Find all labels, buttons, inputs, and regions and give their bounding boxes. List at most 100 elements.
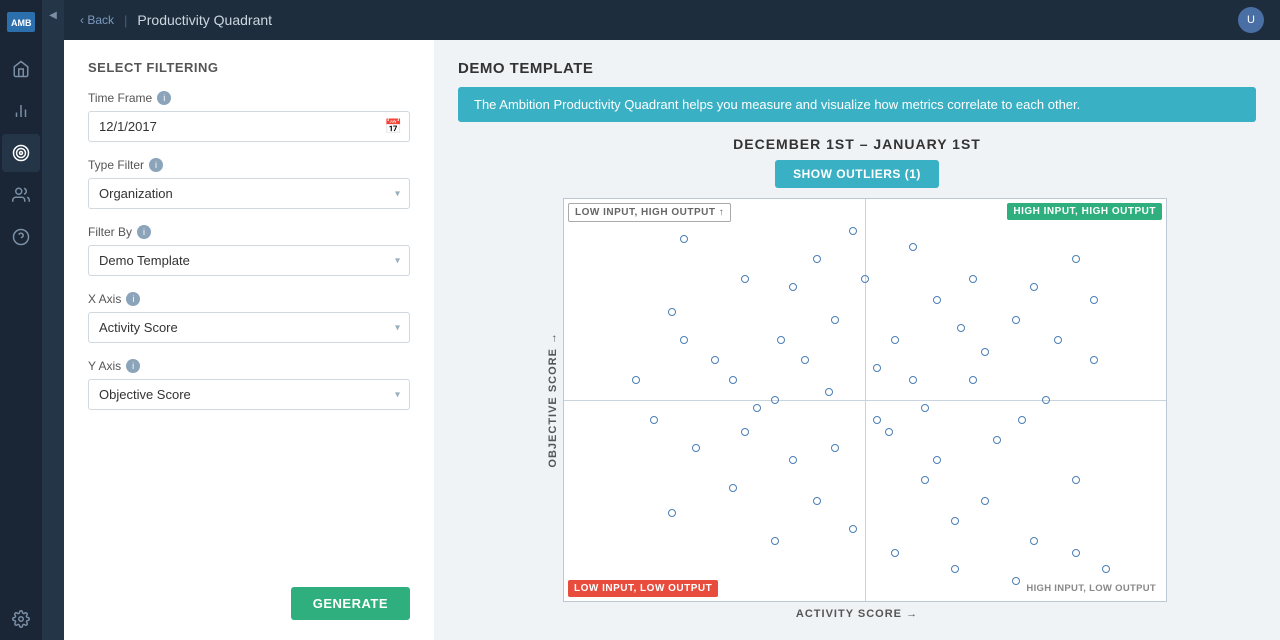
scatter-dot [789, 456, 797, 464]
time-frame-info-icon[interactable]: i [157, 91, 171, 105]
filter-by-info-icon[interactable]: i [137, 225, 151, 239]
filter-by-select[interactable]: Demo Template [88, 245, 410, 276]
y-axis-group: Y Axis i Objective Score Activity Score … [88, 359, 410, 410]
chart-wrapper: Objective Score → Low Input, High Output… [547, 198, 1167, 602]
scatter-dot [1018, 416, 1026, 424]
scatter-dot [771, 396, 779, 404]
scatter-dot [861, 275, 869, 283]
chart-date-range: December 1st – January 1st [458, 136, 1256, 152]
time-frame-label: Time Frame i [88, 91, 410, 105]
show-outliers-button[interactable]: SHOW OUTLIERS (1) [775, 160, 939, 188]
scatter-dot [921, 476, 929, 484]
nav-item-analytics[interactable] [2, 92, 40, 130]
scatter-dot [993, 436, 1001, 444]
scatter-dot [981, 348, 989, 356]
scatter-dot [1012, 577, 1020, 585]
scatter-dot [668, 509, 676, 517]
type-filter-select-wrapper: Organization Team Individual ▾ [88, 178, 410, 209]
scatter-dot [909, 243, 917, 251]
scatter-dot [921, 404, 929, 412]
quadrant-v-line [865, 199, 866, 601]
generate-button[interactable]: GENERATE [291, 587, 410, 620]
scatter-dot [831, 444, 839, 452]
scatter-dot [849, 227, 857, 235]
quadrant-label-low-input-high-output: Low Input, High Output ↑ [568, 203, 731, 222]
scatter-dot [933, 456, 941, 464]
type-filter-group: Type Filter i Organization Team Individu… [88, 158, 410, 209]
filter-by-select-wrapper: Demo Template ▾ [88, 245, 410, 276]
user-avatar[interactable]: U [1238, 7, 1264, 33]
scatter-dot [885, 428, 893, 436]
main-area: ‹ Back | Productivity Quadrant U Select … [64, 0, 1280, 640]
x-axis-label: X Axis i [88, 292, 410, 306]
nav-item-home[interactable] [2, 50, 40, 88]
scatter-dot [825, 388, 833, 396]
scatter-dot [849, 525, 857, 533]
nav-item-objectives[interactable] [2, 134, 40, 172]
chart-header: December 1st – January 1st SHOW OUTLIERS… [458, 136, 1256, 188]
scatter-dot [680, 336, 688, 344]
scatter-dot [692, 444, 700, 452]
content-layout: Select Filtering Time Frame i 📅 Type Fil… [64, 40, 1280, 640]
y-axis-select-wrapper: Objective Score Activity Score Custom ▾ [88, 379, 410, 410]
x-axis-group: X Axis i Activity Score Objective Score … [88, 292, 410, 343]
filter-by-label: Filter By i [88, 225, 410, 239]
scatter-dot [1030, 283, 1038, 291]
scatter-dot [1030, 537, 1038, 545]
scatter-dot [969, 376, 977, 384]
scatter-plot: Low Input, High Output ↑ High Input, Hig… [563, 198, 1167, 602]
nav-item-people[interactable] [2, 176, 40, 214]
quadrant-label-high-input-high-output: High Input, High Output [1007, 203, 1162, 220]
scatter-dot [813, 255, 821, 263]
scatter-dot [891, 549, 899, 557]
back-link[interactable]: ‹ Back [80, 13, 114, 27]
filter-panel-title: Select Filtering [88, 60, 410, 75]
scatter-dot [933, 296, 941, 304]
scatter-dot [1102, 565, 1110, 573]
x-axis-info-icon[interactable]: i [126, 292, 140, 306]
scatter-dot [1054, 336, 1062, 344]
info-banner: The Ambition Productivity Quadrant helps… [458, 87, 1256, 122]
scatter-dot [891, 336, 899, 344]
scatter-dot [969, 275, 977, 283]
collapse-button[interactable]: ◀ [44, 6, 62, 24]
scatter-dot [789, 283, 797, 291]
filter-panel: Select Filtering Time Frame i 📅 Type Fil… [64, 40, 434, 640]
time-frame-group: Time Frame i 📅 [88, 91, 410, 142]
scatter-dot [1042, 396, 1050, 404]
quadrant-label-high-input-low-output: High Input, Low Output [1020, 580, 1162, 597]
page-title: Productivity Quadrant [137, 12, 272, 28]
scatter-dot [801, 356, 809, 364]
type-filter-label: Type Filter i [88, 158, 410, 172]
y-axis-info-icon[interactable]: i [126, 359, 140, 373]
nav-sidebar: AMB [0, 0, 42, 640]
y-axis-label: Y Axis i [88, 359, 410, 373]
x-axis-select[interactable]: Activity Score Objective Score Custom [88, 312, 410, 343]
nav-item-help[interactable] [2, 218, 40, 256]
scatter-dot [909, 376, 917, 384]
filter-by-group: Filter By i Demo Template ▾ [88, 225, 410, 276]
chart-container: Objective Score → Low Input, High Output… [458, 198, 1256, 620]
nav-item-settings[interactable] [2, 600, 40, 638]
scatter-dot [1012, 316, 1020, 324]
x-axis-chart-label: Activity Score → [796, 608, 918, 620]
scatter-dot [873, 364, 881, 372]
scatter-dot [777, 336, 785, 344]
scatter-dot [873, 416, 881, 424]
scatter-dot [650, 416, 658, 424]
scatter-dot [981, 497, 989, 505]
calendar-icon[interactable]: 📅 [385, 118, 402, 135]
y-axis-select[interactable]: Objective Score Activity Score Custom [88, 379, 410, 410]
time-frame-input[interactable] [88, 111, 410, 142]
type-filter-info-icon[interactable]: i [149, 158, 163, 172]
scatter-dot [951, 517, 959, 525]
scatter-dot [951, 565, 959, 573]
type-filter-select[interactable]: Organization Team Individual [88, 178, 410, 209]
scatter-dot [729, 484, 737, 492]
generate-btn-row: GENERATE [88, 577, 410, 620]
scatter-dot [771, 537, 779, 545]
scatter-dot [668, 308, 676, 316]
scatter-dot [813, 497, 821, 505]
scatter-dot [957, 324, 965, 332]
chart-panel-title: Demo Template [458, 60, 1256, 77]
